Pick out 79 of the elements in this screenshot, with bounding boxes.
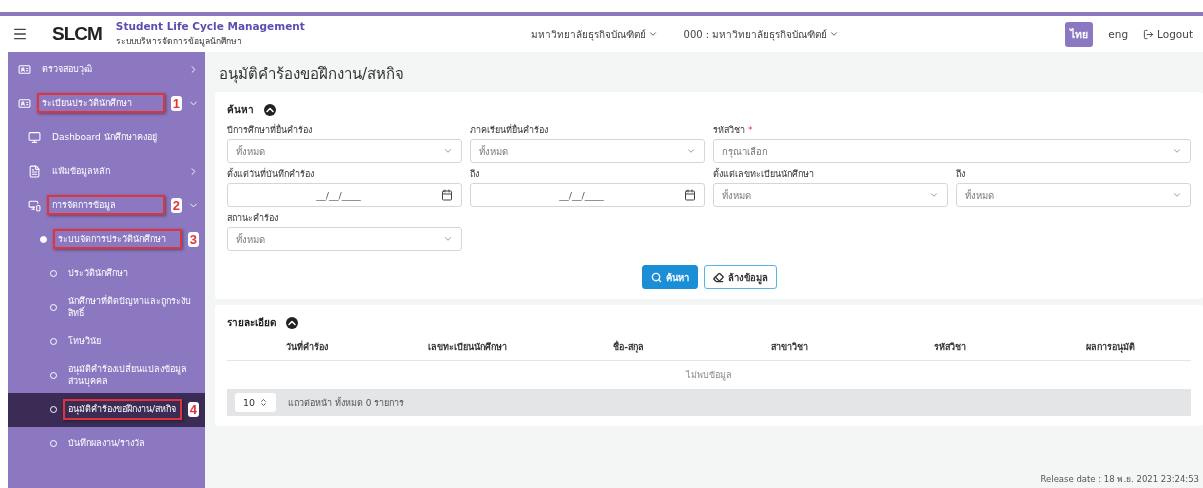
sidebar-item[interactable]: อนุมัติคำร้องขอฝึกงาน/สหกิจ 4 — [8, 392, 205, 427]
section-title: ค้นหา — [227, 103, 254, 117]
sidebar-item[interactable]: อนุมัติคำร้องเปลี่ยนแปลงข้อมูลส่วนบุคคล — [8, 358, 205, 393]
collapse-icon[interactable] — [286, 316, 298, 329]
collapse-icon[interactable] — [264, 103, 276, 116]
sidebar-item[interactable]: ประวัตินักศึกษา — [8, 256, 205, 290]
chevron-down-icon — [1172, 190, 1182, 200]
callout-number: 3 — [187, 231, 199, 247]
column-header: ผลการอนุมัติ — [1085, 341, 1137, 355]
sidebar-item[interactable]: ระเบียนประวัตินักศึกษา 1 — [8, 86, 205, 120]
required-mark: * — [747, 125, 753, 135]
page-size-select[interactable]: 10 — [235, 393, 277, 412]
select-field[interactable]: ทั้งหมด — [713, 183, 948, 207]
menu-icon — [28, 130, 41, 144]
date-field[interactable]: __/__/____ — [227, 183, 462, 207]
field-label: ตั้งแต่เลขทะเบียนนักศึกษา — [713, 167, 815, 181]
column-header: ชื่อ-สกุล — [612, 339, 646, 355]
language-tab[interactable]: eng — [1103, 24, 1134, 44]
sidebar-item[interactable]: ตรวจสอบวุฒิ — [8, 52, 205, 86]
menu-icon — [18, 96, 31, 110]
field-label: ถึง — [956, 168, 966, 181]
calendar-icon — [441, 189, 453, 201]
sidebar-item[interactable]: บันทึกผลงาน/รางวัล — [8, 426, 205, 461]
sidebar-item[interactable]: โทษวินัย — [8, 324, 205, 359]
sidebar-item[interactable]: แฟ้มข้อมูลหลัก — [8, 154, 205, 188]
select-field[interactable]: กรุณาเลือก — [713, 139, 1191, 163]
field-label: รหัสวิชา * — [713, 124, 754, 137]
menu-icon — [18, 62, 31, 76]
menu-icon — [28, 164, 41, 178]
select-field[interactable]: ทั้งหมด — [227, 227, 462, 251]
date-field[interactable]: __/__/____ — [470, 183, 705, 207]
search-icon — [650, 271, 662, 283]
section-title: รายละเอียด — [227, 316, 276, 330]
select-field[interactable]: ทั้งหมด — [956, 183, 1191, 207]
chevron-down-icon — [443, 146, 453, 156]
select-field[interactable]: ทั้งหมด — [227, 139, 462, 163]
empty-message: ไม่พบข้อมูล — [686, 369, 732, 383]
field-label: ปีการศึกษาที่ยื่นคำร้อง — [227, 123, 313, 137]
select-field[interactable]: ทั้งหมด — [470, 139, 705, 163]
chevron-down-icon — [829, 29, 840, 39]
callout-number: 4 — [187, 402, 199, 418]
sidebar-item[interactable]: Dashboard นักศึกษาคงอยู่ — [8, 120, 205, 154]
university-dropdown[interactable]: 000 : มหาวิทยาลัยธุรกิจบัณฑิตย์ — [683, 26, 840, 42]
field-label: สถานะคำร้อง — [227, 212, 279, 225]
column-header: วันที่คำร้อง — [285, 339, 330, 354]
callout-number: 2 — [170, 197, 182, 213]
column-header: รหัสวิชา — [933, 341, 967, 354]
menu-icon[interactable] — [12, 26, 28, 42]
field-label: ภาคเรียนที่ยื่นคำร้อง — [470, 123, 549, 137]
calendar-icon — [684, 189, 696, 201]
column-header: เลขทะเบียนนักศึกษา — [427, 341, 509, 354]
app-subtitle: ระบบบริหารจัดการข้อมูลนักศึกษา — [115, 34, 243, 49]
language-tab[interactable]: ไทย — [1065, 21, 1094, 47]
logout-icon — [1143, 28, 1155, 40]
university-dropdown[interactable]: มหาวิทยาลัยธุรกิจบัณฑิตย์ — [530, 26, 658, 42]
logo: SLCM — [52, 23, 102, 45]
menu-icon — [28, 198, 41, 212]
sidebar-item[interactable]: การจัดการข้อมูล 2 — [8, 188, 205, 222]
logout-link[interactable]: Logout — [1143, 28, 1193, 40]
clear-button[interactable]: ล้างข้อมูล — [703, 265, 777, 289]
chevron-down-icon — [686, 146, 696, 156]
sidebar-item[interactable]: นักศึกษาที่ติดปัญหาและถูกระงับสิทธิ์ — [8, 290, 205, 325]
bullet-icon — [40, 235, 47, 243]
page-title: อนุมัติคำร้องขอฝึกงาน/สหกิจ — [219, 64, 406, 86]
search-button[interactable]: ค้นหา — [641, 265, 698, 289]
callout-number: 1 — [170, 95, 182, 111]
sidebar-item[interactable]: ระบบจัดการประวัตินักศึกษา 3 — [8, 222, 205, 256]
chevron-down-icon — [929, 190, 939, 200]
app-title: Student Life Cycle Management — [115, 19, 305, 33]
field-label: ตั้งแต่วันที่บันทึกคำร้อง — [227, 167, 315, 181]
row-count: แถวต่อหน้า ทั้งหมด 0 รายการ — [288, 396, 405, 410]
field-label: ถึง — [470, 168, 480, 181]
sort-arrows-icon — [259, 398, 269, 407]
chevron-down-icon — [443, 234, 453, 244]
eraser-icon — [712, 271, 724, 283]
chevron-down-icon — [647, 29, 658, 39]
chevron-down-icon — [1172, 146, 1182, 156]
column-header: สาขาวิชา — [769, 341, 809, 354]
release-date: Release date : 18 พ.ย. 2021 23:24:53 — [1040, 473, 1199, 486]
